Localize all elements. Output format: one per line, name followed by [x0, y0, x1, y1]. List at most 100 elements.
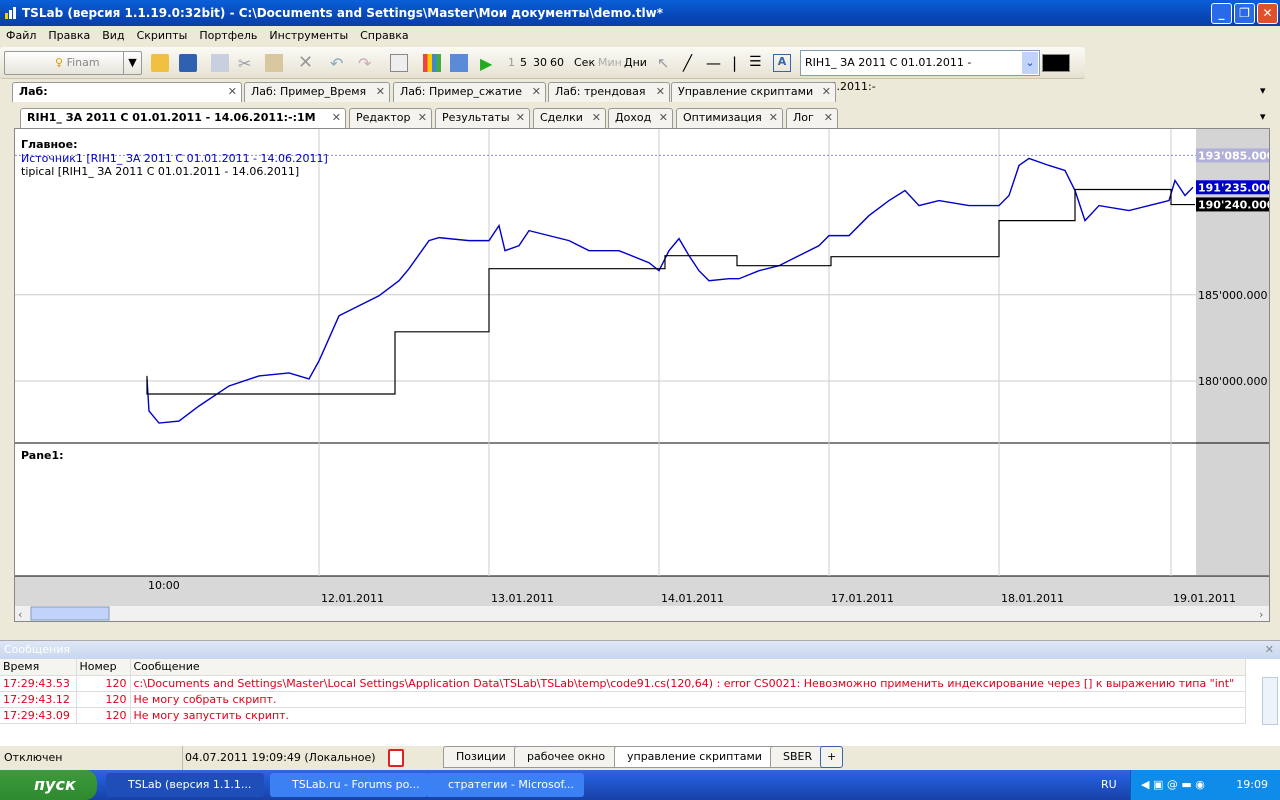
color-picker[interactable]	[1042, 54, 1070, 72]
tab-label: RIH1_ ЗА 2011 С 01.01.2011 - 14.06.2011:…	[27, 111, 316, 124]
lab-tabs: Лаб: ✕ Лаб: Пример_Время ✕ Лаб: Пример_сжа…	[0, 82, 1280, 102]
menu-edit[interactable]: Правка	[42, 26, 96, 46]
chart-panel[interactable]: 180'000.000 185'000.000 193'085.000 191'235…	[14, 128, 1270, 622]
menu-file[interactable]: Файл	[0, 26, 42, 46]
close-icon[interactable]: ✕	[824, 109, 833, 127]
close-icon[interactable]: ✕	[592, 109, 601, 127]
menu-portfolio[interactable]: Портфель	[193, 26, 263, 46]
tab-trades[interactable]: Сделки ✕	[533, 108, 606, 128]
task-opera[interactable]: TSLab.ru - Forums po...	[270, 773, 428, 797]
diagram-icon[interactable]	[450, 54, 468, 72]
tab-lab-compress[interactable]: Лаб: Пример_сжатие ✕	[393, 82, 546, 102]
vertical-scrollbar[interactable]	[1262, 677, 1278, 725]
minimize-button[interactable]: _	[1211, 3, 1232, 24]
x-tick-label: 12.01.2011	[321, 592, 384, 605]
scrollbar-thumb[interactable]	[30, 606, 110, 621]
provider-select[interactable]: ♀ Finam ▼	[4, 51, 142, 75]
start-button[interactable]: пуск	[0, 770, 97, 800]
open-icon[interactable]	[151, 54, 169, 72]
line-tool-icon[interactable]: ╱	[683, 54, 701, 72]
delete-icon[interactable]: ✕	[298, 54, 316, 72]
message-number: 120	[76, 707, 131, 724]
horizontal-scrollbar[interactable]	[15, 606, 1269, 621]
tray-icons[interactable]: ◀ ▣ @ ▬ ◉	[1141, 778, 1205, 791]
cut-icon[interactable]: ✂	[238, 54, 256, 73]
menu-view[interactable]: Вид	[96, 26, 130, 46]
tab-overflow-icon[interactable]: ▾	[1260, 84, 1266, 97]
message-row[interactable]: 17:29:43.09 120 Не могу запустить скрипт.	[0, 707, 1246, 724]
tab-positions[interactable]: Позиции	[443, 746, 519, 768]
close-icon[interactable]: ✕	[332, 109, 341, 127]
close-button[interactable]: ✕	[1257, 3, 1278, 24]
tab-lab-current[interactable]: Лаб: ✕	[12, 82, 242, 102]
column-time[interactable]: Время	[0, 659, 77, 676]
tab-chart[interactable]: RIH1_ ЗА 2011 С 01.01.2011 - 14.06.2011:…	[20, 108, 346, 128]
interval-5[interactable]: 5	[520, 53, 527, 73]
task-word[interactable]: стратегии - Microsof...	[426, 773, 584, 797]
scroll-left-icon[interactable]: ‹	[18, 608, 22, 621]
horizontal-line-icon[interactable]: —	[706, 54, 724, 72]
close-icon[interactable]: ✕	[228, 83, 237, 101]
tab-lab-time[interactable]: Лаб: Пример_Время ✕	[244, 82, 390, 102]
column-message[interactable]: Сообщение	[130, 659, 1246, 676]
chevron-down-icon[interactable]: ⌄	[1022, 52, 1038, 74]
text-tool-icon[interactable]: A	[773, 54, 791, 72]
close-icon[interactable]: ✕	[418, 109, 427, 127]
close-icon[interactable]: ✕	[769, 109, 778, 127]
unit-min[interactable]: Мин	[598, 53, 622, 73]
close-icon[interactable]: ✕	[376, 83, 385, 101]
column-number[interactable]: Номер	[76, 659, 131, 676]
language-indicator[interactable]: RU	[1101, 770, 1117, 800]
chart-icon[interactable]	[423, 54, 441, 72]
task-label: TSLab.ru - Forums po...	[292, 778, 420, 791]
messages-header: Сообщения ✕	[0, 641, 1280, 659]
properties-icon[interactable]	[390, 54, 408, 72]
menu-scripts[interactable]: Скрипты	[131, 26, 194, 46]
tab-editor[interactable]: Редактор ✕	[349, 108, 432, 128]
tab-lab-trend[interactable]: Лаб: трендовая ✕	[548, 82, 670, 102]
copy-icon[interactable]	[211, 54, 229, 72]
close-icon[interactable]: ✕	[1265, 641, 1274, 659]
tab-log[interactable]: Лог ✕	[786, 108, 838, 128]
scroll-right-icon[interactable]: ›	[1259, 608, 1263, 621]
chevron-down-icon[interactable]: ▼	[123, 52, 141, 74]
message-number: 120	[76, 691, 131, 708]
unit-sec[interactable]: Сек	[574, 53, 595, 73]
redo-icon[interactable]: ↷	[358, 54, 376, 73]
tab-sber[interactable]: SBER	[770, 746, 826, 768]
close-icon[interactable]: ✕	[532, 83, 541, 101]
price-chart[interactable]: 180'000.000 185'000.000 193'085.000 191'235…	[15, 129, 1269, 621]
save-icon[interactable]	[179, 54, 197, 72]
tab-income[interactable]: Доход ✕	[608, 108, 673, 128]
fibonacci-icon[interactable]: ☰	[749, 54, 767, 72]
interval-1[interactable]: 1	[508, 53, 515, 73]
undo-icon[interactable]: ↶	[330, 54, 348, 73]
close-icon[interactable]: ✕	[822, 83, 831, 101]
tab-overflow-icon[interactable]: ▾	[1260, 110, 1266, 123]
vertical-line-icon[interactable]: |	[732, 54, 750, 72]
task-tslab[interactable]: TSLab (версия 1.1.1...	[106, 773, 264, 797]
add-tab-button[interactable]: +	[820, 746, 844, 768]
paste-icon[interactable]	[265, 54, 283, 72]
run-icon[interactable]: ▶	[480, 54, 498, 73]
symbol-select[interactable]: RIH1_ ЗА 2011 С 01.01.2011 - 14.06.2011:…	[800, 50, 1040, 93]
menu-help[interactable]: Справка	[354, 26, 414, 46]
tab-optimization[interactable]: Оптимизация ✕	[676, 108, 783, 128]
interval-60[interactable]: 60	[550, 53, 564, 73]
close-icon[interactable]: ✕	[516, 109, 525, 127]
cursor-icon[interactable]: ↖	[657, 54, 675, 72]
tab-workspace[interactable]: рабочее окно	[514, 746, 619, 768]
tab-script-control[interactable]: управление скриптами	[614, 746, 775, 768]
x-tick-label: 13.01.2011	[491, 592, 554, 605]
unit-days[interactable]: Дни	[624, 53, 647, 73]
menu-tools[interactable]: Инструменты	[263, 26, 354, 46]
message-row[interactable]: 17:29:43.12 120 Не могу собрать скрипт.	[0, 691, 1246, 708]
maximize-button[interactable]: ❐	[1234, 3, 1255, 24]
close-icon[interactable]: ✕	[656, 83, 665, 101]
tab-script-management[interactable]: Управление скриптами ✕	[671, 82, 836, 102]
message-row[interactable]: 17:29:43.53 120 c:\Documents and Settings\…	[0, 675, 1246, 692]
notebook-icon[interactable]	[388, 749, 404, 767]
close-icon[interactable]: ✕	[659, 109, 668, 127]
tab-results[interactable]: Результаты ✕	[435, 108, 530, 128]
interval-30[interactable]: 30	[533, 53, 547, 73]
